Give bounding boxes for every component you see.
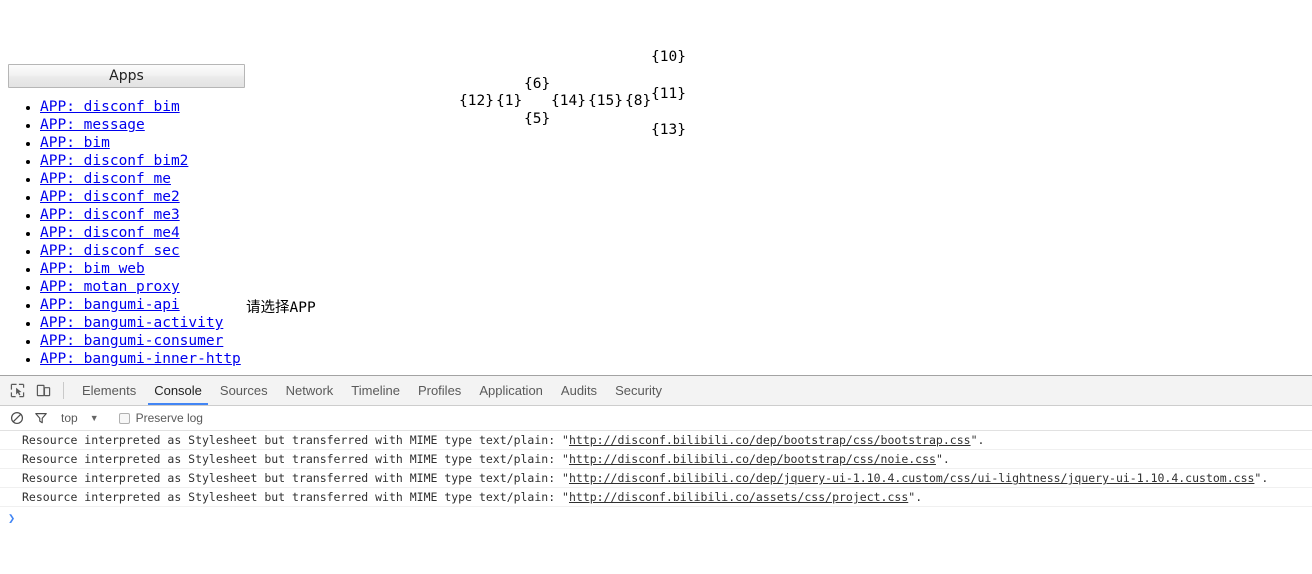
preserve-log-checkbox[interactable]	[118, 412, 130, 424]
placeholder-token: {8}	[625, 93, 652, 109]
tab-security[interactable]: Security	[606, 376, 671, 405]
list-item: APP: bangumi-consumer	[40, 332, 241, 350]
apps-button[interactable]: Apps	[8, 64, 245, 88]
list-item: APP: message	[40, 116, 241, 134]
app-link[interactable]: APP: message	[40, 117, 145, 133]
filter-icon[interactable]	[29, 407, 53, 429]
placeholder-token: {5}	[524, 111, 551, 127]
app-link[interactable]: APP: disconf me4	[40, 225, 180, 241]
app-link[interactable]: APP: disconf sec	[40, 243, 180, 259]
app-link[interactable]: APP: motan proxy	[40, 279, 180, 295]
console-row: Resource interpreted as Stylesheet but t…	[0, 431, 1312, 450]
list-item: APP: bim	[40, 134, 241, 152]
list-item: APP: motan proxy	[40, 278, 241, 296]
list-item: APP: bim web	[40, 260, 241, 278]
list-item: APP: disconf bim	[40, 98, 241, 116]
toolbar-divider	[63, 382, 64, 399]
tab-network[interactable]: Network	[277, 376, 343, 405]
console-message-url[interactable]: http://disconf.bilibili.co/dep/jquery-ui…	[569, 471, 1254, 485]
prompt-chevron-icon: ❯	[8, 511, 16, 525]
console-message-url[interactable]: http://disconf.bilibili.co/assets/css/pr…	[569, 490, 908, 504]
placeholder-token: {14}	[551, 93, 586, 109]
list-item: APP: disconf me	[40, 170, 241, 188]
app-link[interactable]: APP: bangumi-consumer	[40, 333, 223, 349]
console-message-suffix: .	[942, 452, 950, 466]
console-message-text: Resource interpreted as Stylesheet but t…	[22, 433, 563, 447]
console-prompt-row[interactable]: ❯	[0, 507, 1312, 529]
console-row: Resource interpreted as Stylesheet but t…	[0, 450, 1312, 469]
devtools-tabbar: Elements Console Sources Network Timelin…	[0, 376, 1312, 406]
console-message-text: Resource interpreted as Stylesheet but t…	[22, 452, 563, 466]
console-row: Resource interpreted as Stylesheet but t…	[0, 469, 1312, 488]
app-link[interactable]: APP: bangumi-inner-http	[40, 351, 241, 367]
tab-audits[interactable]: Audits	[552, 376, 606, 405]
list-item: APP: bangumi-api	[40, 296, 241, 314]
browser-page-viewport: Apps APP: disconf bim APP: message APP: …	[0, 0, 1312, 375]
app-link[interactable]: APP: bim web	[40, 261, 145, 277]
app-link[interactable]: APP: disconf bim	[40, 99, 180, 115]
list-item: APP: bangumi-activity	[40, 314, 241, 332]
placeholder-token: {6}	[524, 76, 551, 92]
app-link[interactable]: APP: disconf me3	[40, 207, 180, 223]
tab-sources[interactable]: Sources	[211, 376, 277, 405]
clear-console-icon[interactable]	[5, 407, 29, 429]
console-message-url[interactable]: http://disconf.bilibili.co/dep/bootstrap…	[569, 452, 936, 466]
execution-context-select[interactable]: top	[61, 411, 78, 425]
list-item: APP: disconf sec	[40, 242, 241, 260]
placeholder-token: {1}	[496, 93, 523, 109]
app-link[interactable]: APP: disconf me2	[40, 189, 180, 205]
app-link[interactable]: APP: disconf bim2	[40, 153, 188, 169]
tab-application[interactable]: Application	[470, 376, 552, 405]
console-message-suffix: .	[1261, 471, 1269, 485]
device-toolbar-icon[interactable]	[30, 378, 56, 404]
placeholder-token: {12}	[459, 93, 494, 109]
console-message-list[interactable]: Resource interpreted as Stylesheet but t…	[0, 431, 1312, 529]
tab-timeline[interactable]: Timeline	[342, 376, 409, 405]
console-message-url[interactable]: http://disconf.bilibili.co/dep/bootstrap…	[569, 433, 971, 447]
tab-profiles[interactable]: Profiles	[409, 376, 470, 405]
tab-elements[interactable]: Elements	[73, 376, 145, 405]
chevron-down-icon[interactable]: ▼	[90, 413, 99, 423]
select-app-hint: 请选择APP	[246, 300, 316, 316]
app-link[interactable]: APP: bangumi-activity	[40, 315, 223, 331]
app-link[interactable]: APP: bim	[40, 135, 110, 151]
list-item: APP: bangumi-inner-http	[40, 350, 241, 368]
placeholder-token: {11}	[651, 86, 686, 102]
list-item: APP: disconf me2	[40, 188, 241, 206]
console-filter-bar: top ▼ Preserve log	[0, 406, 1312, 431]
console-message-text: Resource interpreted as Stylesheet but t…	[22, 490, 563, 504]
console-row: Resource interpreted as Stylesheet but t…	[0, 488, 1312, 507]
inspect-element-icon[interactable]	[4, 378, 30, 404]
console-input[interactable]	[15, 509, 1312, 527]
tab-console[interactable]: Console	[145, 376, 211, 405]
app-link[interactable]: APP: disconf me	[40, 171, 171, 187]
app-link[interactable]: APP: bangumi-api	[40, 297, 180, 313]
console-message-suffix: .	[915, 490, 923, 504]
placeholder-token: {10}	[651, 49, 686, 65]
preserve-log-label[interactable]: Preserve log	[136, 411, 203, 425]
list-item: APP: disconf me3	[40, 206, 241, 224]
list-item: APP: disconf me4	[40, 224, 241, 242]
console-message-suffix: .	[977, 433, 985, 447]
list-item: APP: disconf bim2	[40, 152, 241, 170]
devtools-panel: Elements Console Sources Network Timelin…	[0, 375, 1312, 574]
placeholder-token: {13}	[651, 122, 686, 138]
placeholder-token: {15}	[588, 93, 623, 109]
console-message-text: Resource interpreted as Stylesheet but t…	[22, 471, 563, 485]
app-list: APP: disconf bim APP: message APP: bim A…	[0, 98, 241, 368]
